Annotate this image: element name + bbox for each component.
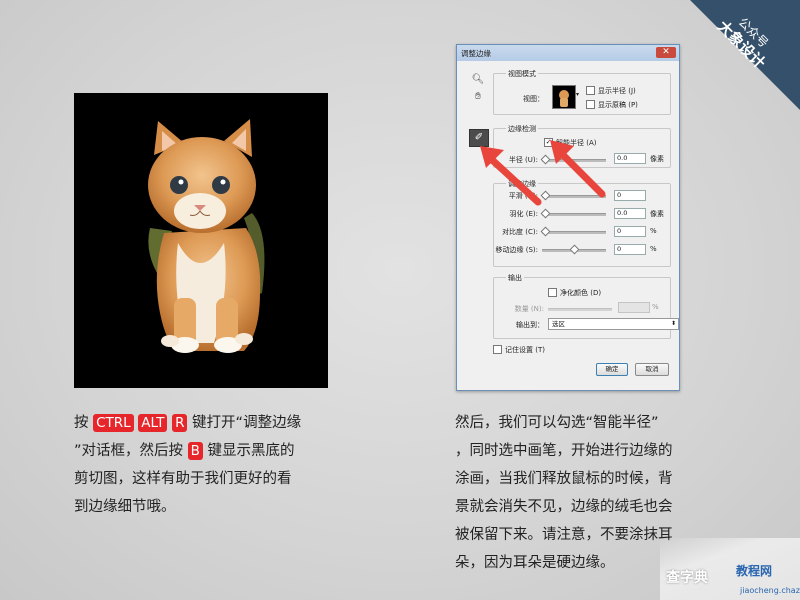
adjust-row-label: 移动边缘 (S): [495,246,539,254]
radius-unit: 像素 [650,155,664,163]
watermark-text-1: 查字典 [666,570,708,586]
key-b: B [187,442,203,460]
left-caption-line-3: 剪切图，这样有助于我们更好的看 [74,471,292,487]
refine-edge-dialog: 调整边缘 ✕ 🔍︎ ✋︎ ✐ 视图模式 视图： ▾ 显示半径 (J) 显示原稿 … [456,44,680,391]
adjust-row-field[interactable]: 0 [614,226,646,237]
adjust-row-slider-knob[interactable] [540,226,551,237]
right-caption-line: 景就会消失不见，边缘的绒毛也会 [455,499,673,515]
select-arrow-icon: ⬍ [670,320,676,327]
caption-text: ”对话框，然后按 [74,443,188,459]
adjust-row-unit: % [650,245,657,253]
amount-slider [548,308,612,311]
remember-label: 记住设置 (T) [505,346,545,354]
amount-label: 数量 (N): [514,305,544,313]
adjust-row-unit: 像素 [650,210,664,218]
view-dropdown-arrow-icon[interactable]: ▾ [576,91,579,98]
key-alt: ALT [138,414,168,432]
view-mode-label: 视图模式 [506,69,538,79]
kitten-illustration [148,119,265,353]
dialog-titlebar[interactable]: 调整边缘 ✕ [457,45,679,61]
right-caption-line: ，同时选中画笔，开始进行边缘的 [455,443,673,459]
watermark-url: jiaocheng.chazidian.com [740,586,800,595]
left-caption-line-4: 到边缘细节哦。 [74,499,176,515]
adjust-row-slider[interactable] [542,244,606,255]
tool-column: 🔍︎ ✋︎ [471,73,487,107]
show-radius-checkbox[interactable] [586,85,595,95]
remember-checkbox[interactable] [493,344,502,354]
right-caption-line: 然后，我们可以勾选“智能半径” [455,415,659,431]
adjust-row-slider-knob[interactable] [569,244,580,255]
amount-unit: % [652,303,659,311]
remember-option[interactable]: 记住设置 (T) [493,344,545,355]
hand-icon[interactable]: ✋︎ [471,90,485,104]
decontaminate-label: 净化颜色 (D) [560,289,602,297]
adjust-row-label: 对比度 (C): [502,228,538,236]
close-button[interactable]: ✕ [656,47,676,58]
key-ctrl: CTRL [93,414,134,432]
view-mode-group: 视图模式 视图： ▾ 显示半径 (J) 显示原稿 (P) [493,69,671,115]
output-to-value: 选区 [552,320,565,328]
kitten-photo [74,93,328,388]
arrow-to-smart-radius-icon [550,140,606,198]
show-radius-label: 显示半径 (J) [598,87,636,95]
thumbnail-cat-icon [559,90,569,107]
magnifier-icon[interactable]: 🔍︎ [471,73,485,87]
watermark-text-2: 教程网 [736,564,773,578]
show-original-checkbox[interactable] [586,99,595,109]
output-label: 输出 [506,273,524,283]
output-group: 输出 净化颜色 (D) 数量 (N): % 输出到： 选区 ⬍ [493,273,679,339]
caption-text: 键显示黑底的 [202,443,295,459]
adjust-row-field[interactable]: 0.0 [614,208,646,219]
ok-button[interactable]: 确定 [596,363,628,376]
dialog-title: 调整边缘 [461,49,491,58]
caption-text: 按 [74,415,94,431]
view-label: 视图： [523,95,544,103]
left-caption-line-1: 按 CTRL ALT R 键打开“调整边缘 [74,409,344,437]
adjust-row-slider[interactable] [540,226,606,237]
output-to-select[interactable]: 选区 ⬍ [548,318,679,330]
adjust-row-slider-knob[interactable] [540,208,551,219]
show-original-label: 显示原稿 (P) [598,101,638,109]
adjust-row-slider[interactable] [540,208,606,219]
right-caption-line: 涂画，当我们释放鼠标的时候，背 [455,471,673,487]
left-caption-line-2: ”对话框，然后按 B 键显示黑底的 [74,437,344,465]
amount-field [618,302,650,313]
output-to-label: 输出到： [516,321,544,329]
key-r: R [172,414,188,432]
decontaminate-checkbox[interactable] [548,287,557,297]
show-original-option[interactable]: 显示原稿 (P) [586,99,638,110]
adjust-row-field[interactable]: 0 [614,190,646,201]
show-radius-option[interactable]: 显示半径 (J) [586,85,636,96]
caption-text: 键打开“调整边缘 [187,415,302,431]
left-caption: 按 CTRL ALT R 键打开“调整边缘 ”对话框，然后按 B 键显示黑底的 … [74,409,344,521]
adjust-row-field[interactable]: 0 [614,244,646,255]
arrow-to-brush-icon [480,146,542,206]
view-thumbnail[interactable] [552,85,576,109]
cancel-button[interactable]: 取消 [635,363,669,376]
decontaminate-option[interactable]: 净化颜色 (D) [548,287,602,298]
adjust-row-label: 羽化 (E): [509,210,538,218]
radius-field[interactable]: 0.0 [614,153,646,164]
annotation-arrows [480,140,606,206]
adjust-row-unit: % [650,227,657,235]
